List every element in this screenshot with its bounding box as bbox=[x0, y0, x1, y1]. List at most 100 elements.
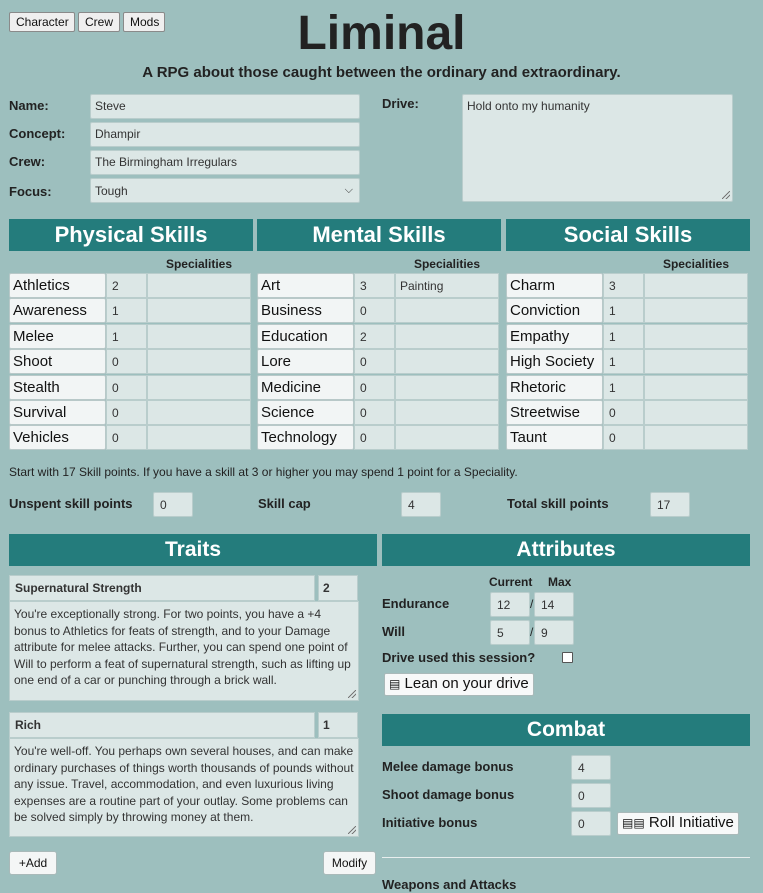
concept-field[interactable]: Dhampir bbox=[90, 122, 360, 147]
skill-value-field[interactable]: 2 bbox=[106, 273, 147, 298]
name-field[interactable]: Steve bbox=[90, 94, 360, 119]
endurance-current-field[interactable]: 12 bbox=[490, 592, 530, 617]
roll-initiative-label: Roll Initiative bbox=[648, 814, 734, 831]
attributes-header: Attributes bbox=[382, 534, 750, 566]
melee-damage-field[interactable]: 4 bbox=[571, 755, 611, 780]
skill-speciality-field[interactable] bbox=[395, 298, 499, 323]
unspent-label: Unspent skill points bbox=[9, 496, 133, 511]
skill-speciality-field[interactable]: Painting bbox=[395, 273, 499, 298]
skill-speciality-field[interactable] bbox=[395, 324, 499, 349]
trait-name-field[interactable]: Rich bbox=[9, 712, 315, 738]
skill-value-field[interactable]: 1 bbox=[603, 349, 644, 374]
skill-roll-button[interactable]: Streetwise bbox=[506, 400, 603, 425]
skill-value-field[interactable]: 1 bbox=[603, 324, 644, 349]
skill-value-field[interactable]: 1 bbox=[603, 375, 644, 400]
skill-roll-button[interactable]: Taunt bbox=[506, 425, 603, 450]
modify-trait-button[interactable]: Modify bbox=[323, 851, 376, 875]
trait-name-field[interactable]: Supernatural Strength bbox=[9, 575, 315, 601]
lean-on-drive-button[interactable]: ▤ Lean on your drive bbox=[384, 673, 534, 696]
skill-speciality-field[interactable] bbox=[147, 324, 251, 349]
skill-speciality-field[interactable] bbox=[147, 375, 251, 400]
skill-speciality-field[interactable] bbox=[395, 375, 499, 400]
skill-roll-button[interactable]: Technology bbox=[257, 425, 354, 450]
will-max-field[interactable]: 9 bbox=[534, 620, 574, 645]
skill-value-field[interactable]: 1 bbox=[106, 298, 147, 323]
endurance-max-field[interactable]: 14 bbox=[534, 592, 574, 617]
skill-value-field[interactable]: 0 bbox=[603, 400, 644, 425]
resize-grip-icon[interactable] bbox=[348, 690, 356, 698]
skill-speciality-field[interactable] bbox=[644, 273, 748, 298]
total-skill-field[interactable]: 17 bbox=[650, 492, 690, 517]
skill-value-field[interactable]: 2 bbox=[354, 324, 395, 349]
resize-grip-icon[interactable] bbox=[722, 191, 730, 199]
skill-speciality-field[interactable] bbox=[147, 425, 251, 450]
skill-value-field[interactable]: 1 bbox=[106, 324, 147, 349]
skill-value-field[interactable]: 0 bbox=[354, 349, 395, 374]
skill-roll-button[interactable]: Medicine bbox=[257, 375, 354, 400]
skill-value-field[interactable]: 3 bbox=[603, 273, 644, 298]
skill-cap-field[interactable]: 4 bbox=[401, 492, 441, 517]
trait-cost-field[interactable]: 1 bbox=[318, 712, 358, 738]
skill-roll-button[interactable]: Stealth bbox=[9, 375, 106, 400]
shoot-damage-field[interactable]: 0 bbox=[571, 783, 611, 808]
add-trait-button[interactable]: +Add bbox=[9, 851, 57, 875]
skill-speciality-field[interactable] bbox=[644, 324, 748, 349]
drive-used-checkbox[interactable] bbox=[562, 652, 573, 663]
skill-roll-button[interactable]: Awareness bbox=[9, 298, 106, 323]
skill-roll-button[interactable]: Science bbox=[257, 400, 354, 425]
trait-description[interactable]: You're well-off. You perhaps own several… bbox=[9, 738, 359, 837]
initiative-field[interactable]: 0 bbox=[571, 811, 611, 836]
skill-value-field[interactable]: 0 bbox=[354, 298, 395, 323]
skill-roll-button[interactable]: High Society bbox=[506, 349, 603, 374]
skill-speciality-field[interactable] bbox=[395, 349, 499, 374]
resize-grip-icon[interactable] bbox=[348, 826, 356, 834]
skill-speciality-field[interactable] bbox=[147, 298, 251, 323]
skill-roll-button[interactable]: Empathy bbox=[506, 324, 603, 349]
skill-speciality-field[interactable] bbox=[644, 425, 748, 450]
skill-roll-button[interactable]: Charm bbox=[506, 273, 603, 298]
skill-roll-button[interactable]: Business bbox=[257, 298, 354, 323]
skill-roll-button[interactable]: Lore bbox=[257, 349, 354, 374]
skill-speciality-field[interactable] bbox=[395, 400, 499, 425]
skill-value-field[interactable]: 0 bbox=[354, 425, 395, 450]
skill-value-field[interactable]: 0 bbox=[106, 375, 147, 400]
unspent-field[interactable]: 0 bbox=[153, 492, 193, 517]
skill-roll-button[interactable]: Art bbox=[257, 273, 354, 298]
will-current-field[interactable]: 5 bbox=[490, 620, 530, 645]
skill-speciality-field[interactable] bbox=[644, 298, 748, 323]
skill-value-field[interactable]: 0 bbox=[106, 400, 147, 425]
roll-initiative-button[interactable]: ▤▤ Roll Initiative bbox=[617, 812, 739, 835]
skill-group-header: Mental Skills bbox=[257, 219, 501, 251]
section-divider bbox=[382, 857, 750, 858]
skill-speciality-field[interactable] bbox=[147, 349, 251, 374]
combat-header: Combat bbox=[382, 714, 750, 746]
skill-value-field[interactable]: 3 bbox=[354, 273, 395, 298]
skill-roll-button[interactable]: Melee bbox=[9, 324, 106, 349]
skill-value-field[interactable]: 0 bbox=[106, 349, 147, 374]
skill-roll-button[interactable]: Rhetoric bbox=[506, 375, 603, 400]
skill-speciality-field[interactable] bbox=[644, 400, 748, 425]
current-label: Current bbox=[489, 575, 533, 589]
skill-value-field[interactable]: 0 bbox=[354, 375, 395, 400]
skill-roll-button[interactable]: Survival bbox=[9, 400, 106, 425]
skill-value-field[interactable]: 0 bbox=[106, 425, 147, 450]
crew-field[interactable]: The Birmingham Irregulars bbox=[90, 150, 360, 175]
skill-speciality-field[interactable] bbox=[147, 400, 251, 425]
skill-value-field[interactable]: 1 bbox=[603, 298, 644, 323]
trait-description[interactable]: You're exceptionally strong. For two poi… bbox=[9, 601, 359, 701]
slash-separator: / bbox=[530, 625, 534, 639]
focus-select[interactable]: Tough ⌵ bbox=[90, 178, 360, 203]
trait-cost-field[interactable]: 2 bbox=[318, 575, 358, 601]
skill-speciality-field[interactable] bbox=[644, 349, 748, 374]
skill-speciality-field[interactable] bbox=[395, 425, 499, 450]
drive-textarea[interactable]: Hold onto my humanity bbox=[462, 94, 733, 202]
skill-roll-button[interactable]: Conviction bbox=[506, 298, 603, 323]
skill-speciality-field[interactable] bbox=[644, 375, 748, 400]
skill-speciality-field[interactable] bbox=[147, 273, 251, 298]
skill-roll-button[interactable]: Vehicles bbox=[9, 425, 106, 450]
skill-value-field[interactable]: 0 bbox=[603, 425, 644, 450]
skill-roll-button[interactable]: Shoot bbox=[9, 349, 106, 374]
skill-roll-button[interactable]: Education bbox=[257, 324, 354, 349]
skill-roll-button[interactable]: Athletics bbox=[9, 273, 106, 298]
skill-value-field[interactable]: 0 bbox=[354, 400, 395, 425]
